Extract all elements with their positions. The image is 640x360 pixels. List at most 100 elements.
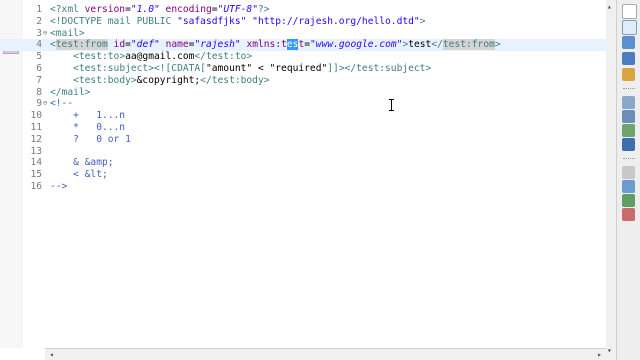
xml-editor[interactable]: 1 <?xml version="1.0" encoding="UTF-8"?> 2… xyxy=(0,0,607,348)
toolbar-separator xyxy=(623,88,635,91)
code-token: <!DOCTYPE mail PUBLIC xyxy=(50,15,178,27)
console-icon[interactable] xyxy=(622,138,635,151)
line-number: 4 xyxy=(36,39,42,51)
line-code: <!-- xyxy=(50,98,73,110)
code-token: test xyxy=(408,39,432,51)
tasks-icon[interactable] xyxy=(622,110,635,123)
code-token: <test:body> xyxy=(73,74,137,86)
code-token: < &lt; xyxy=(50,169,108,181)
line-number: 14 xyxy=(30,157,42,169)
horizontal-scrollbar[interactable]: ◂ ▸ xyxy=(45,348,606,360)
code-line[interactable]: 6 <test:subject><![CDATA["amount" < "req… xyxy=(0,63,606,75)
code-line[interactable]: 3 ⊖ <mail> xyxy=(0,28,606,40)
code-token: "safasdfjks" xyxy=(177,15,247,27)
restore-icon[interactable] xyxy=(622,4,637,19)
code-token: </test:body> xyxy=(200,74,270,86)
code-token: </mail> xyxy=(50,86,91,98)
code-token: "www.google.com" xyxy=(310,39,403,51)
vertical-scrollbar[interactable]: ▴ ▾ xyxy=(606,0,616,360)
code-token: test:from xyxy=(55,39,108,51)
line-code: + 1...n xyxy=(50,110,125,122)
code-line[interactable]: 9 ⊖ <!-- xyxy=(0,98,606,110)
code-token: "1.0" xyxy=(130,4,160,15)
code-line[interactable]: 4 <test:from id="def" name="rajesh" xmlns… xyxy=(0,39,606,52)
code-line[interactable]: 16 --> xyxy=(0,181,606,193)
properties-icon[interactable] xyxy=(622,124,635,137)
search-icon[interactable] xyxy=(622,180,635,193)
project-explorer-icon[interactable] xyxy=(622,52,635,65)
code-token: ?> xyxy=(257,4,270,15)
hierarchy-icon[interactable] xyxy=(622,166,635,179)
line-code: <!DOCTYPE mail PUBLIC "safasdfjks" "http… xyxy=(50,16,425,28)
code-token: ]]></test:subject> xyxy=(327,62,432,74)
code-line[interactable]: 5 <test:to>aa@gmail.com</test:to> xyxy=(0,51,606,63)
code-token: </test:to> xyxy=(194,51,253,63)
line-number: 5 xyxy=(36,51,42,63)
line-number: 3 xyxy=(36,27,42,39)
line-number: 2 xyxy=(36,15,42,27)
navigator-icon[interactable] xyxy=(622,96,635,109)
code-line[interactable]: 7 <test:body>&copyright;</test:body> xyxy=(0,75,606,87)
code-token: "UTF-8" xyxy=(217,4,258,15)
code-token: <mail> xyxy=(50,27,85,39)
line-number: 16 xyxy=(30,180,42,192)
code-token: + 1...n xyxy=(50,110,126,122)
code-line[interactable]: 2 <!DOCTYPE mail PUBLIC "safasdfjks" "htt… xyxy=(0,16,606,28)
code-lines[interactable]: 1 <?xml version="1.0" encoding="UTF-8"?> 2… xyxy=(0,4,606,193)
code-token: &copyright; xyxy=(136,74,201,86)
code-token: "http://rajesh.org/hello.dtd" xyxy=(252,15,420,27)
line-code: <test:to>aa@gmail.com</test:to> xyxy=(50,51,252,63)
code-token: "def" xyxy=(130,39,160,51)
scroll-up-icon[interactable]: ▴ xyxy=(607,2,612,11)
line-code: <mail> xyxy=(50,28,85,40)
line-code: --> xyxy=(50,181,67,193)
code-line[interactable]: 11 * 0...n xyxy=(0,122,606,134)
scroll-right-icon[interactable]: ▸ xyxy=(597,350,602,360)
scroll-down-icon[interactable]: ▾ xyxy=(607,346,612,355)
problems-icon[interactable] xyxy=(622,68,635,81)
code-token: xmlns:t xyxy=(246,39,287,51)
code-token: --> xyxy=(50,180,68,192)
line-code: <?xml version="1.0" encoding="UTF-8"?> xyxy=(50,4,270,16)
code-token: id xyxy=(113,39,126,51)
code-token: > xyxy=(494,39,501,51)
line-number: 9 xyxy=(36,98,42,110)
scroll-left-icon[interactable]: ◂ xyxy=(49,350,54,360)
line-code: <test:from id="def" name="rajesh" xmlns:… xyxy=(50,39,501,51)
line-number: 12 xyxy=(30,133,42,145)
fold-toggle-icon[interactable]: ⊖ xyxy=(43,98,47,110)
code-token: es xyxy=(286,39,299,51)
code-line[interactable]: 13 xyxy=(0,146,606,158)
code-line[interactable]: 14 & &amp; xyxy=(0,157,606,169)
code-token: < xyxy=(50,39,56,51)
code-token: name xyxy=(165,39,189,51)
code-line[interactable]: 15 < &lt; xyxy=(0,169,606,181)
code-token: aa@gmail.com xyxy=(125,51,195,63)
minimize-icon[interactable] xyxy=(622,20,637,35)
line-code: * 0...n xyxy=(50,122,125,134)
line-number: 11 xyxy=(30,121,42,133)
bookmarks-icon[interactable] xyxy=(622,194,635,207)
line-code: </mail> xyxy=(50,87,90,99)
code-token: > xyxy=(419,15,426,27)
code-token: test:from xyxy=(442,39,495,51)
line-number: 15 xyxy=(30,169,42,181)
code-line[interactable]: 8 </mail> xyxy=(0,87,606,99)
fold-toggle-icon[interactable]: ⊖ xyxy=(43,28,47,40)
line-code: < &lt; xyxy=(50,169,108,181)
code-token: <test:subject><![CDATA[ xyxy=(73,62,206,74)
outline-icon[interactable] xyxy=(622,36,635,49)
line-code: & &amp; xyxy=(50,157,113,169)
code-token: version xyxy=(84,4,126,15)
code-line[interactable]: 12 ? 0 or 1 xyxy=(0,134,606,146)
code-token: </ xyxy=(431,39,443,51)
code-line[interactable]: 10 + 1...n xyxy=(0,110,606,122)
code-token: <test:to> xyxy=(73,51,126,63)
palette-icon[interactable] xyxy=(622,208,635,221)
code-token: "amount" < "required" xyxy=(205,62,328,74)
code-line[interactable]: 1 <?xml version="1.0" encoding="UTF-8"?> xyxy=(0,4,606,16)
code-token: <!-- xyxy=(50,98,74,110)
